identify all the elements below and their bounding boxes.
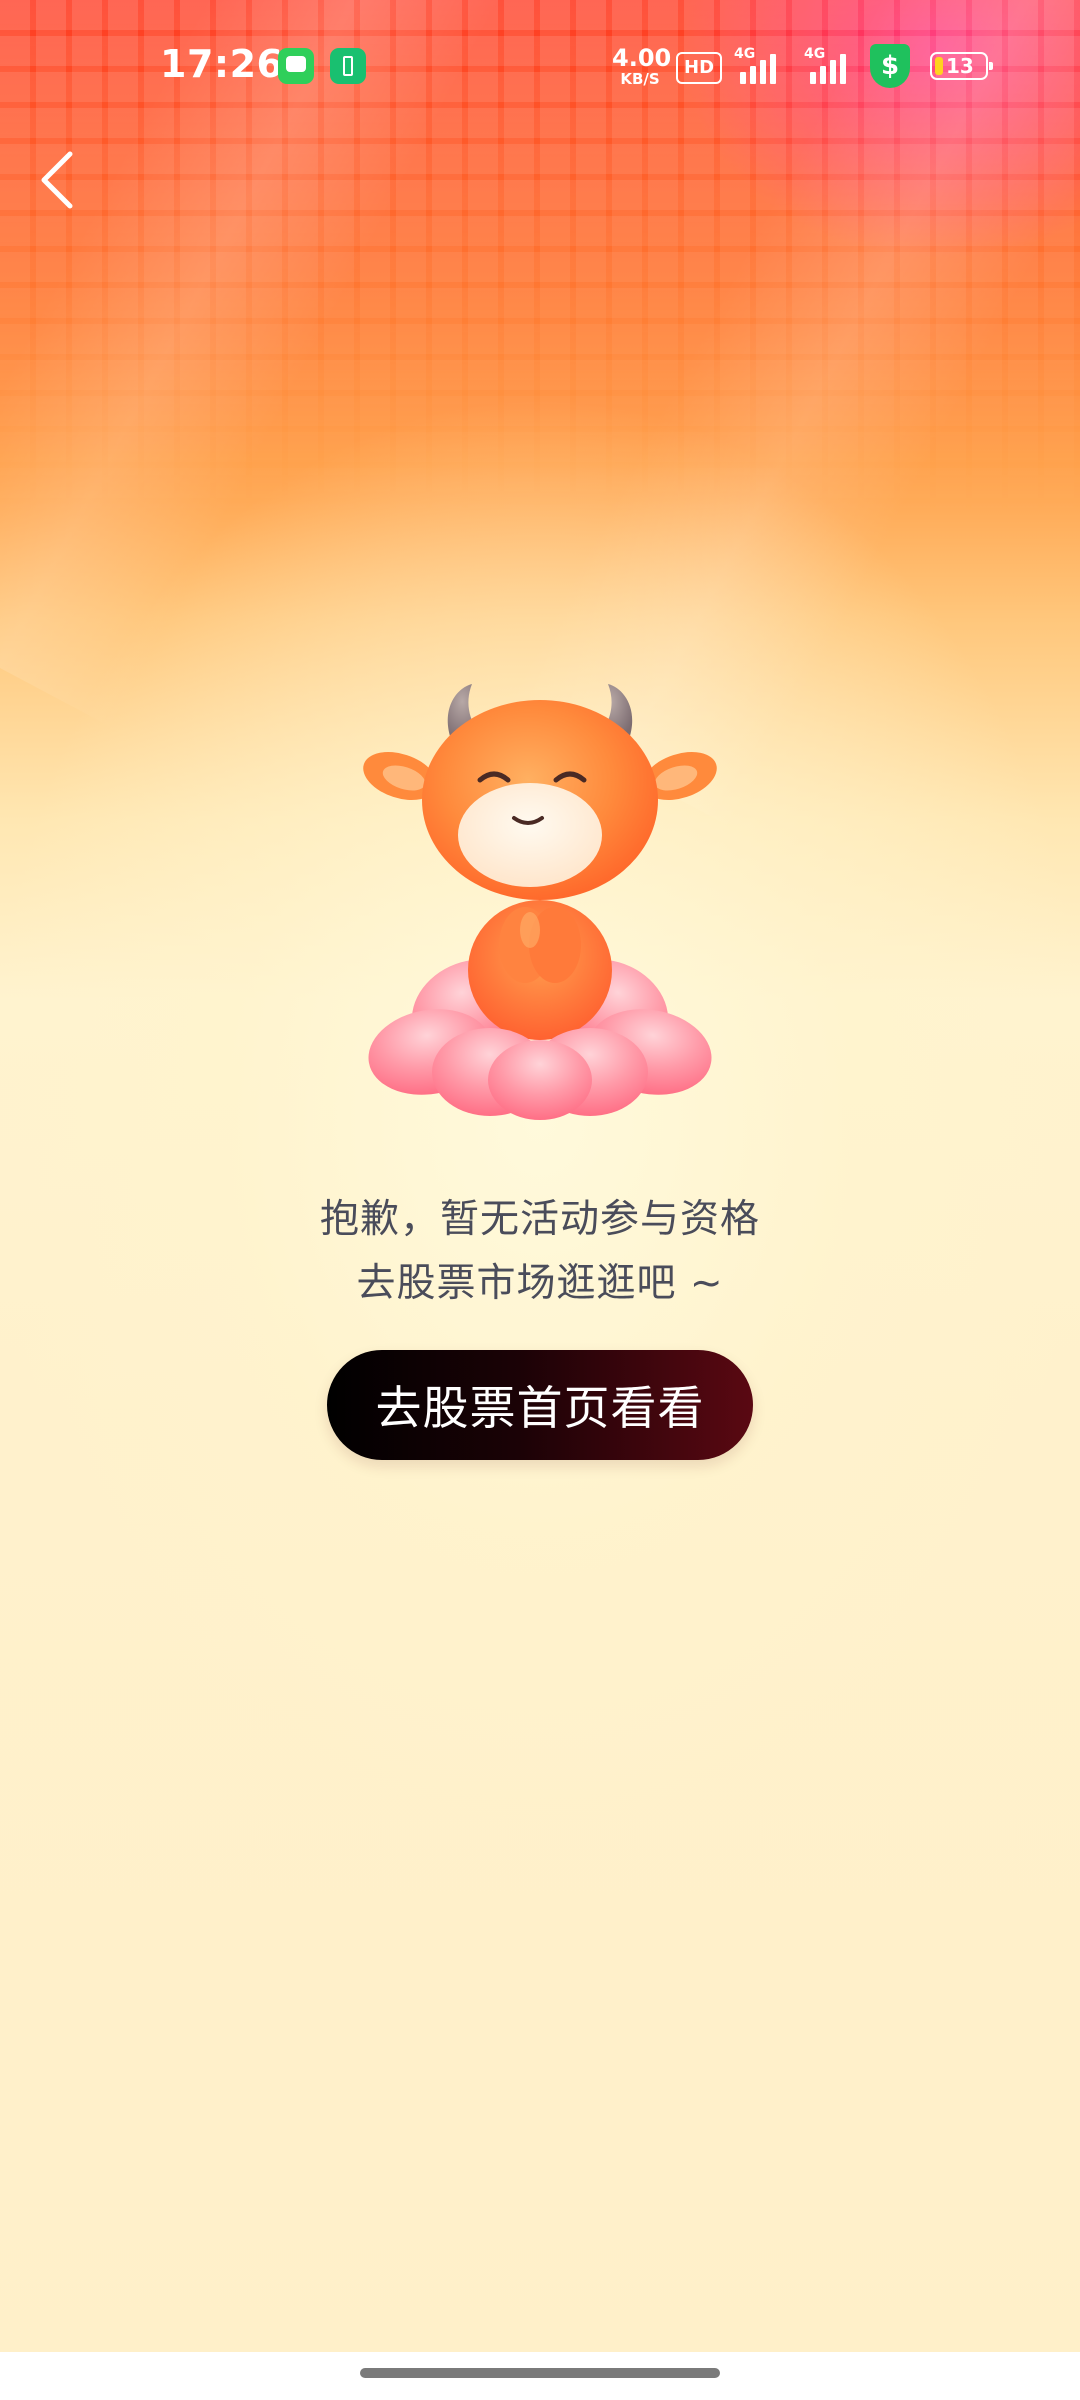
no-eligibility-message: 抱歉，暂无活动参与资格 [319, 1197, 760, 1242]
system-navigation-bar [0, 2352, 1080, 2400]
signal-strength-icon: 4G [804, 46, 856, 86]
security-shield-icon: $ [870, 44, 910, 88]
hd-voice-badge: HD [676, 52, 723, 84]
signal-type-label: 4G [734, 46, 756, 62]
message-notification-icon [278, 48, 314, 84]
battery-level: 13 [946, 54, 974, 78]
network-speed: 4.00 KB/S [612, 44, 672, 88]
chevron-left-icon [41, 151, 73, 209]
signal-strength-icon: 4G [734, 46, 786, 86]
network-speed-unit: KB/S [620, 70, 660, 88]
network-speed-value: 4.00 [612, 44, 672, 72]
screen: 17:26 4.00 KB/S HD 4G 4G $ 13 抱歉，暂无活动参与资… [0, 0, 1080, 2400]
suggestion-message: 去股票市场逛逛吧 ~ [356, 1261, 724, 1306]
status-time: 17:26 [160, 42, 284, 86]
status-bar: 17:26 4.00 KB/S HD 4G 4G $ 13 [0, 0, 1080, 130]
battery-icon: 13 [930, 52, 993, 80]
signal-type-label: 4G [804, 46, 826, 62]
bull-mascot-illustration [363, 684, 717, 1120]
back-button[interactable] [30, 142, 90, 218]
go-to-stock-home-button[interactable]: 去股票首页看看 [327, 1350, 753, 1460]
battery-saver-notification-icon [330, 48, 366, 84]
home-indicator[interactable] [360, 2368, 720, 2378]
